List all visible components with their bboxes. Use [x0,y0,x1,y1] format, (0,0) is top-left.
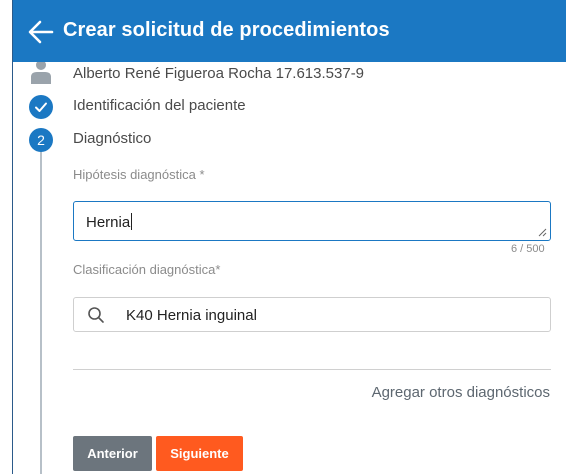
next-button[interactable]: Siguiente [156,436,243,471]
step-number-badge: 2 [29,128,53,152]
stepper-line [40,140,42,474]
step-identificacion[interactable]: Identificación del paciente [73,97,246,114]
classification-label: Clasificación diagnóstica* [73,262,221,277]
header-bar: Crear solicitud de procedimientos [13,0,566,62]
page-title: Crear solicitud de procedimientos [63,19,390,41]
step-number: 2 [37,132,45,148]
add-diagnoses-link[interactable]: Agregar otros diagnósticos [372,384,550,401]
previous-button[interactable]: Anterior [73,436,152,471]
classification-value: K40 Hernia inguinal [126,307,257,324]
user-icon [31,62,51,84]
resize-grip-icon[interactable] [538,228,547,237]
check-icon [35,102,47,112]
classification-search-input[interactable]: K40 Hernia inguinal [73,297,551,332]
back-arrow-icon[interactable] [27,18,55,46]
hypothesis-textarea[interactable]: Hernia [73,201,551,241]
step-diagnostico[interactable]: Diagnóstico [73,130,151,147]
character-counter: 6 / 500 [511,243,545,255]
search-icon [88,307,104,323]
patient-name: Alberto René Figueroa Rocha 17.613.537-9 [73,65,365,82]
hypothesis-value: Hernia [86,213,133,231]
divider [73,369,551,370]
hypothesis-label: Hipótesis diagnóstica * [73,167,205,182]
step-completed-badge [29,95,53,119]
app-frame: Crear solicitud de procedimientos Albert… [12,0,566,474]
